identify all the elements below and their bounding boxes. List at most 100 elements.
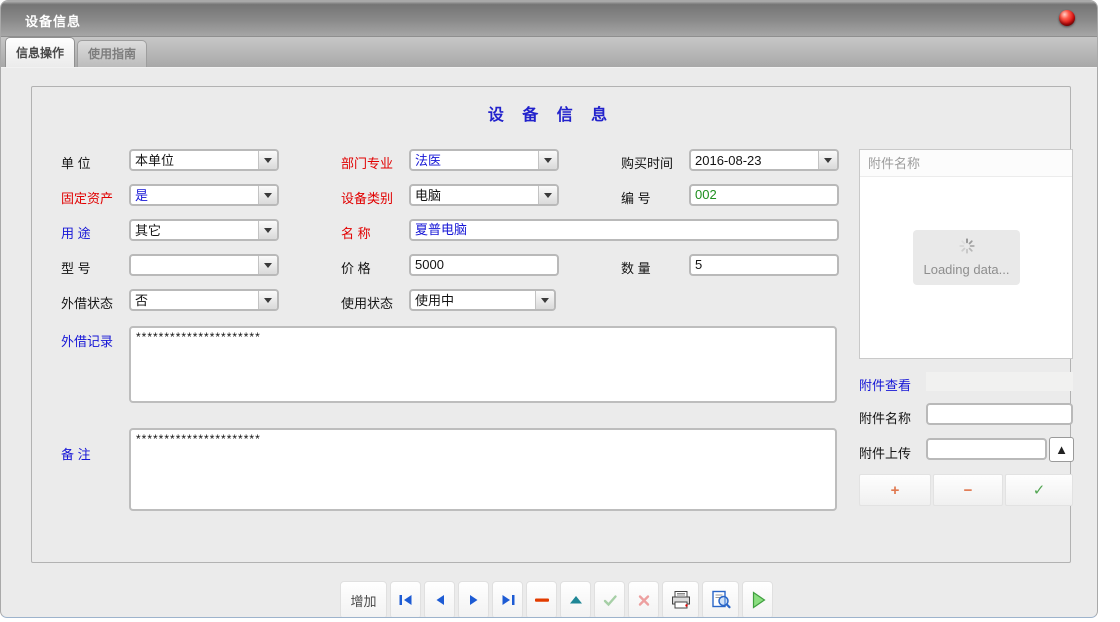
department-combobox[interactable]: 法医 bbox=[409, 149, 559, 171]
category-value: 电脑 bbox=[411, 186, 538, 204]
loan-status-value: 否 bbox=[131, 291, 258, 309]
quantity-input[interactable]: 5 bbox=[689, 254, 839, 276]
post-check-icon bbox=[602, 594, 618, 607]
nav-last-button[interactable] bbox=[492, 581, 523, 618]
delete-record-button[interactable] bbox=[526, 581, 557, 618]
spinner-icon bbox=[958, 237, 976, 255]
dropdown-arrow-icon[interactable] bbox=[538, 186, 557, 204]
prev-record-icon bbox=[433, 594, 447, 606]
equipment-info-window: 设备信息 信息操作 使用指南 设 备 信 息 单 位 本单位 部门专业 法医 购… bbox=[0, 0, 1098, 618]
use-status-combobox[interactable]: 使用中 bbox=[409, 289, 556, 311]
label-model: 型 号 bbox=[61, 258, 91, 277]
label-category: 设备类别 bbox=[341, 188, 393, 207]
preview-magnifier-icon bbox=[709, 590, 733, 610]
window-title: 设备信息 bbox=[25, 11, 81, 30]
run-button[interactable] bbox=[742, 581, 773, 618]
nav-first-button[interactable] bbox=[390, 581, 421, 618]
usage-value: 其它 bbox=[131, 221, 258, 239]
model-value bbox=[131, 256, 258, 274]
add-record-button[interactable]: 增加 bbox=[340, 581, 387, 618]
purchase-date-combobox[interactable]: 2016-08-23 bbox=[689, 149, 839, 171]
attachment-name-label: 附件名称 bbox=[859, 408, 911, 427]
use-status-value: 使用中 bbox=[411, 291, 535, 309]
print-button[interactable] bbox=[662, 581, 699, 618]
serial-value: 002 bbox=[691, 186, 721, 202]
category-combobox[interactable]: 电脑 bbox=[409, 184, 559, 206]
dropdown-arrow-icon[interactable] bbox=[818, 151, 837, 169]
department-value: 法医 bbox=[411, 151, 538, 169]
minus-icon: − bbox=[964, 482, 973, 499]
record-toolbar: 增加 bbox=[340, 581, 773, 618]
attachment-name-input[interactable] bbox=[926, 403, 1073, 425]
label-department: 部门专业 bbox=[341, 153, 393, 172]
plus-icon: + bbox=[891, 482, 900, 499]
attachment-grid[interactable]: 附件名称 Loading data... bbox=[859, 149, 1073, 359]
attachment-confirm-button[interactable]: ✓ bbox=[1005, 474, 1073, 506]
titlebar: 设备信息 bbox=[1, 1, 1097, 37]
price-value: 5000 bbox=[411, 256, 450, 272]
model-combobox[interactable] bbox=[129, 254, 279, 276]
tab-label: 使用指南 bbox=[88, 47, 136, 61]
check-icon: ✓ bbox=[1033, 481, 1046, 499]
loan-status-combobox[interactable]: 否 bbox=[129, 289, 279, 311]
upload-triangle-icon: ▲ bbox=[1055, 442, 1068, 457]
remarks-value: ********************** bbox=[136, 432, 261, 446]
label-fixed-asset: 固定资产 bbox=[61, 188, 113, 207]
delete-minus-icon bbox=[534, 594, 550, 606]
form-title: 设 备 信 息 bbox=[31, 101, 1071, 125]
cancel-record-button[interactable] bbox=[628, 581, 659, 618]
loading-indicator: Loading data... bbox=[913, 230, 1020, 285]
tab-strip: 信息操作 使用指南 bbox=[1, 37, 1097, 68]
dropdown-arrow-icon[interactable] bbox=[538, 151, 557, 169]
dropdown-arrow-icon[interactable] bbox=[258, 291, 277, 309]
nav-next-button[interactable] bbox=[458, 581, 489, 618]
post-record-button[interactable] bbox=[594, 581, 625, 618]
usage-combobox[interactable]: 其它 bbox=[129, 219, 279, 241]
fixed-asset-value: 是 bbox=[131, 186, 258, 204]
label-name: 名 称 bbox=[341, 223, 371, 242]
tab-usage-guide[interactable]: 使用指南 bbox=[77, 40, 147, 67]
edit-record-button[interactable] bbox=[560, 581, 591, 618]
attachment-view-link[interactable]: 附件查看 bbox=[859, 375, 911, 394]
cancel-x-icon bbox=[636, 594, 652, 607]
tab-info-operation[interactable]: 信息操作 bbox=[5, 37, 75, 67]
attachment-upload-input[interactable] bbox=[926, 438, 1047, 460]
red-status-orb-icon[interactable] bbox=[1059, 10, 1075, 26]
label-usage: 用 途 bbox=[61, 223, 91, 242]
serial-input[interactable]: 002 bbox=[689, 184, 839, 206]
edit-up-triangle-icon bbox=[568, 594, 584, 606]
attachment-remove-button[interactable]: − bbox=[933, 474, 1003, 506]
play-icon bbox=[748, 590, 768, 610]
loan-record-textarea[interactable]: ********************** bbox=[129, 326, 837, 403]
printer-icon bbox=[669, 590, 693, 610]
unit-combobox[interactable]: 本单位 bbox=[129, 149, 279, 171]
label-price: 价 格 bbox=[341, 258, 371, 277]
loan-record-value: ********************** bbox=[136, 330, 261, 344]
dropdown-arrow-icon[interactable] bbox=[258, 221, 277, 239]
label-serial: 编 号 bbox=[621, 188, 651, 207]
fixed-asset-combobox[interactable]: 是 bbox=[129, 184, 279, 206]
price-input[interactable]: 5000 bbox=[409, 254, 559, 276]
dropdown-arrow-icon[interactable] bbox=[258, 151, 277, 169]
nav-prev-button[interactable] bbox=[424, 581, 455, 618]
label-remarks: 备 注 bbox=[61, 444, 91, 463]
dropdown-arrow-icon[interactable] bbox=[535, 291, 554, 309]
label-purchase-date: 购买时间 bbox=[621, 153, 673, 172]
remarks-textarea[interactable]: ********************** bbox=[129, 428, 837, 511]
name-input[interactable]: 夏普电脑 bbox=[409, 219, 839, 241]
last-record-icon bbox=[500, 594, 516, 606]
loading-text: Loading data... bbox=[913, 262, 1020, 277]
preview-button[interactable] bbox=[702, 581, 739, 618]
dropdown-arrow-icon[interactable] bbox=[258, 186, 277, 204]
dropdown-arrow-icon[interactable] bbox=[258, 256, 277, 274]
unit-value: 本单位 bbox=[131, 151, 258, 169]
tab-label: 信息操作 bbox=[16, 46, 64, 60]
attachment-grid-header: 附件名称 bbox=[860, 150, 1072, 177]
purchase-date-value: 2016-08-23 bbox=[691, 151, 818, 169]
first-record-icon bbox=[398, 594, 414, 606]
attachment-upload-label: 附件上传 bbox=[859, 443, 911, 462]
label-quantity: 数 量 bbox=[621, 258, 651, 277]
next-record-icon bbox=[467, 594, 481, 606]
attachment-add-button[interactable]: + bbox=[859, 474, 931, 506]
upload-button[interactable]: ▲ bbox=[1049, 437, 1074, 462]
